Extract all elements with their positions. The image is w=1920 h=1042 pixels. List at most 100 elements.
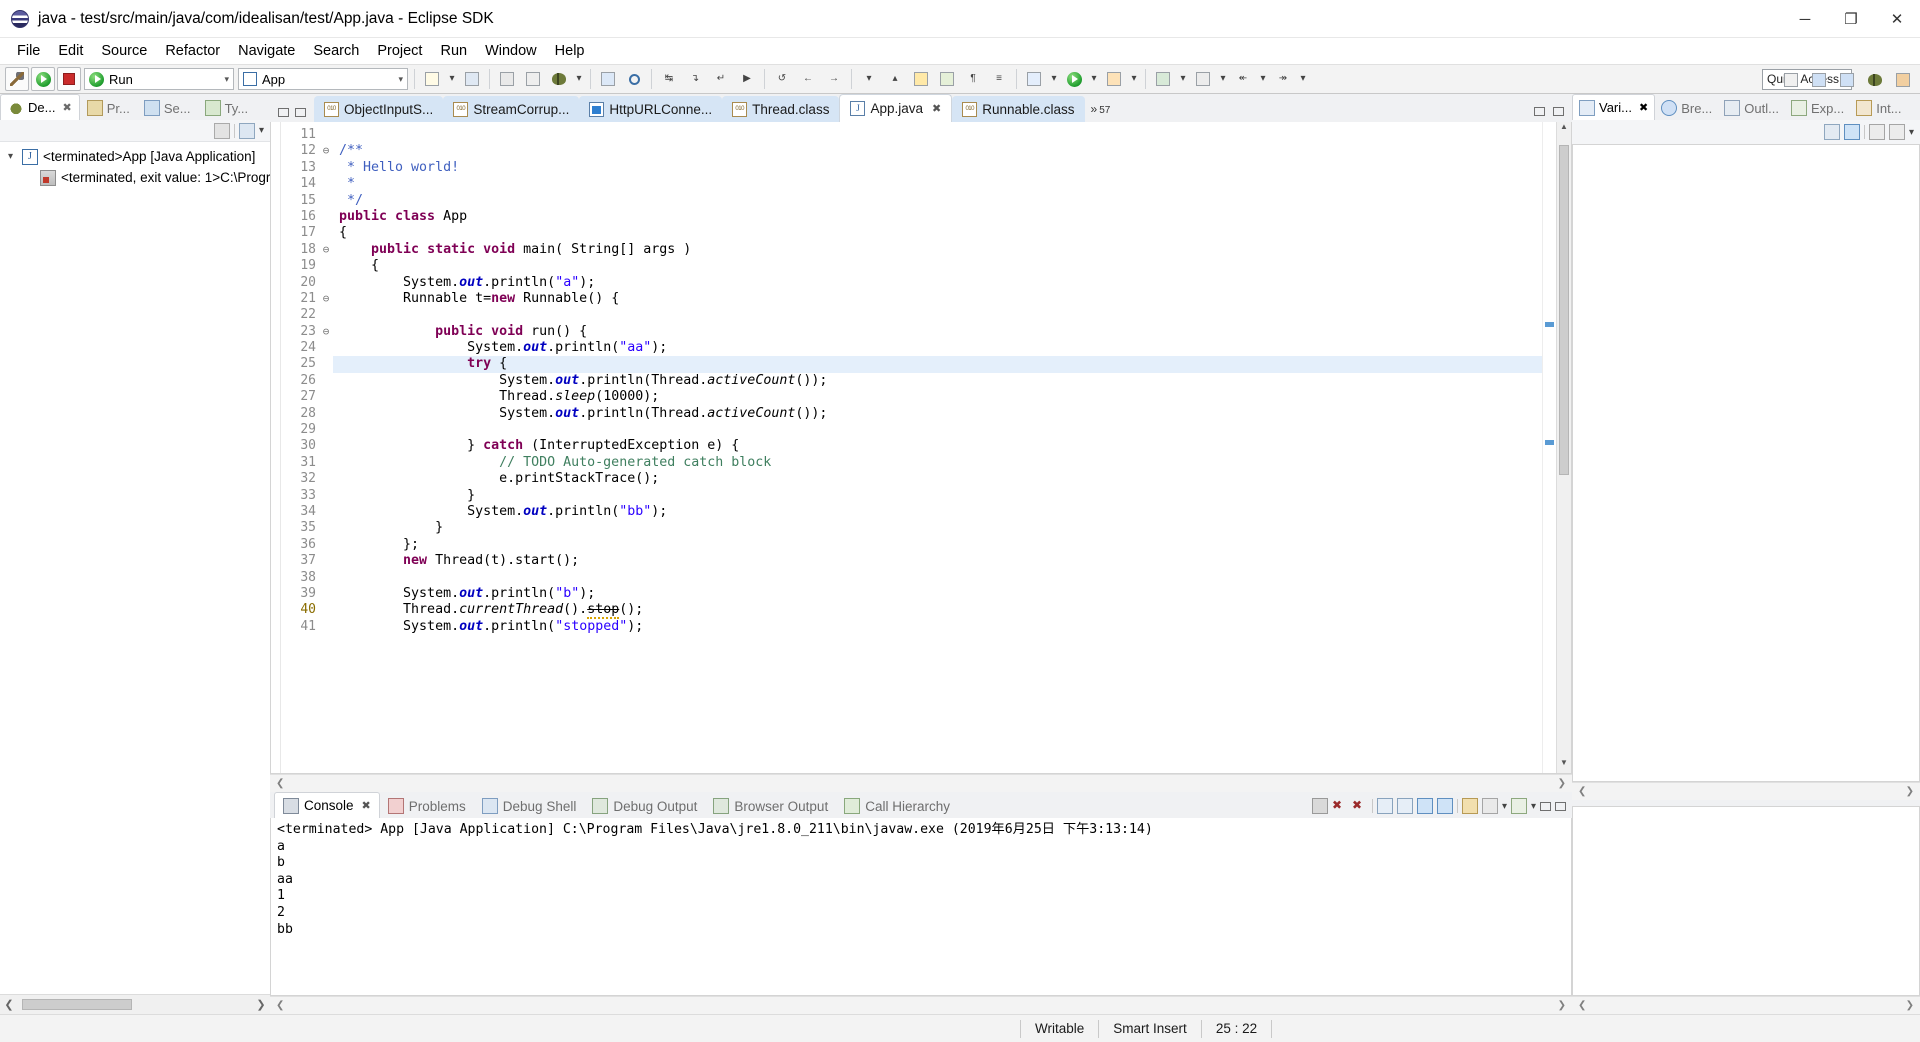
open-perspective-button[interactable]	[1779, 68, 1803, 92]
tab-debug-shell[interactable]: Debug Shell	[474, 794, 585, 818]
fold-toggle-icon[interactable]: ⊖	[319, 291, 333, 307]
scroll-down-icon[interactable]: ▼	[1557, 758, 1571, 773]
display-selected-console-icon[interactable]	[1461, 798, 1478, 814]
code-line[interactable]: }	[333, 488, 1542, 504]
scroll-thumb[interactable]	[22, 999, 132, 1010]
step-over-icon[interactable]: ↹	[657, 67, 681, 91]
code-line[interactable]: * Hello world!	[333, 160, 1542, 176]
debug-dropdown-icon[interactable]: ▾	[573, 67, 585, 91]
external-tools-icon[interactable]	[1102, 67, 1126, 91]
menu-project[interactable]: Project	[368, 40, 431, 62]
console-hscrollbar[interactable]: ❮ ❯	[270, 996, 1572, 1014]
code-line[interactable]: */	[333, 193, 1542, 209]
collapse-all-icon[interactable]	[238, 122, 255, 139]
tab-console[interactable]: Console ✖	[274, 792, 380, 818]
code-line[interactable]: System.out.println("stopped");	[333, 619, 1542, 635]
code-line[interactable]: public class App	[333, 209, 1542, 225]
tab-type-hierarchy[interactable]: Ty...	[198, 96, 256, 120]
folding-ruler[interactable]: ⊖ ⊖ ⊖ ⊖	[319, 122, 333, 773]
menu-search[interactable]: Search	[304, 40, 368, 62]
console-minimize-icon[interactable]	[1540, 801, 1551, 811]
pin-console-icon[interactable]	[1416, 798, 1433, 814]
variables-detail-pane[interactable]	[1572, 806, 1920, 996]
view-menu-chevron-icon[interactable]: ▾	[1909, 127, 1914, 138]
perspective-dropdown-icon[interactable]: ▾	[1217, 67, 1229, 91]
menu-navigate[interactable]: Navigate	[229, 40, 304, 62]
console-output[interactable]: <terminated> App [Java Application] C:\P…	[270, 818, 1572, 996]
editor-hscrollbar[interactable]: ❮ ❯	[270, 774, 1572, 792]
tab-package-explorer[interactable]: Pr...	[80, 96, 137, 120]
code-line[interactable]: Thread.currentThread().stop();	[333, 602, 1542, 620]
tab-outline[interactable]: Outl...	[1718, 96, 1785, 120]
menu-edit[interactable]: Edit	[49, 40, 92, 62]
layout-icon[interactable]	[1868, 124, 1885, 140]
code-line[interactable]: new Thread(t).start();	[333, 553, 1542, 569]
code-line[interactable]: } catch (InterruptedException e) {	[333, 438, 1542, 454]
editor-tab-thread-class[interactable]: Thread.class	[722, 96, 840, 122]
remove-all-launches-icon[interactable]: ✖	[1352, 798, 1368, 814]
next-annotation-icon[interactable]: ▾	[857, 67, 881, 91]
menu-help[interactable]: Help	[546, 40, 594, 62]
last-edit-location-icon[interactable]: ↺	[770, 67, 794, 91]
coverage-dropdown-icon[interactable]: ▾	[1177, 67, 1189, 91]
console-maximize-icon[interactable]	[1555, 801, 1566, 811]
expand-chevron-icon[interactable]: ▾	[8, 151, 22, 162]
scroll-right-icon[interactable]: ❯	[1906, 786, 1914, 797]
code-line[interactable]: };	[333, 537, 1542, 553]
resume-icon[interactable]: ▶	[735, 67, 759, 91]
run-last-tool-icon[interactable]	[1062, 67, 1086, 91]
show-logical-structure-icon[interactable]	[1843, 124, 1860, 140]
variables-hscrollbar[interactable]: ❮ ❯	[1572, 782, 1920, 800]
scroll-left-icon[interactable]: ❮	[1578, 786, 1586, 797]
code-line[interactable]: Runnable t=new Runnable() {	[333, 291, 1542, 307]
code-line[interactable]: /**	[333, 143, 1542, 159]
open-console-icon[interactable]	[1481, 798, 1498, 814]
overview-ruler[interactable]	[1542, 122, 1556, 773]
tab-interfaces[interactable]: Int...	[1850, 96, 1907, 120]
debug-view-hscrollbar[interactable]: ❮ ❯	[0, 994, 270, 1014]
remove-launch-icon[interactable]: ✖	[1332, 798, 1348, 814]
tab-breakpoints[interactable]: Bre...	[1655, 96, 1718, 120]
scroll-right-icon[interactable]: ❯	[1906, 1000, 1914, 1011]
perspective-java-ee-icon[interactable]	[1807, 68, 1831, 92]
collapse-all-icon[interactable]	[1823, 124, 1840, 140]
scroll-left-icon[interactable]: ❮	[276, 778, 284, 789]
tab-debug[interactable]: De... ✖	[0, 94, 80, 120]
perspective-java-icon[interactable]	[1835, 68, 1859, 92]
previous-edit-icon[interactable]: ↞	[1231, 67, 1255, 91]
editor-marker-ruler[interactable]	[271, 122, 281, 773]
console-dropdown-icon[interactable]: ▾	[1502, 801, 1507, 812]
perspective-git-icon[interactable]	[1891, 68, 1915, 92]
next-edit-dropdown-icon[interactable]: ▾	[1297, 67, 1309, 91]
scroll-track[interactable]	[1557, 137, 1571, 758]
tab-variables[interactable]: Vari... ✖	[1572, 94, 1656, 120]
code-line[interactable]: *	[333, 176, 1542, 192]
scroll-left-icon[interactable]: ❮	[276, 1000, 284, 1011]
open-perspective-icon[interactable]	[1191, 67, 1215, 91]
new-console-view-icon[interactable]	[1510, 798, 1527, 814]
tab-browser-output[interactable]: Browser Output	[705, 794, 836, 818]
scroll-thumb[interactable]	[1559, 145, 1569, 475]
code-line[interactable]	[333, 307, 1542, 323]
code-line[interactable]: Thread.sleep(10000);	[333, 389, 1542, 405]
terminate-icon[interactable]	[1311, 798, 1328, 814]
previous-annotation-icon[interactable]: ▴	[883, 67, 907, 91]
close-icon[interactable]: ✖	[62, 101, 71, 114]
close-button[interactable]: ✕	[1874, 0, 1920, 38]
code-line[interactable]: }	[333, 520, 1542, 536]
tab-call-hierarchy[interactable]: Call Hierarchy	[836, 794, 958, 818]
tree-item-launch[interactable]: ▾ <terminated>App [Java Application]	[0, 146, 270, 167]
menu-window[interactable]: Window	[476, 40, 546, 62]
previous-edit-dropdown-icon[interactable]: ▾	[1257, 67, 1269, 91]
editor-tab-runnable-class[interactable]: Runnable.class	[952, 96, 1085, 122]
menu-refactor[interactable]: Refactor	[156, 40, 229, 62]
menu-run[interactable]: Run	[431, 40, 476, 62]
code-line[interactable]: System.out.println("b");	[333, 586, 1542, 602]
run-history-dropdown-icon[interactable]: ▾	[1088, 67, 1100, 91]
save-icon[interactable]	[460, 67, 484, 91]
code-line[interactable]: System.out.println(Thread.activeCount())…	[333, 373, 1542, 389]
remove-all-terminated-icon[interactable]	[213, 122, 230, 139]
perspective-debug-icon[interactable]	[1863, 68, 1887, 92]
scroll-up-icon[interactable]: ▲	[1557, 122, 1571, 137]
code-line[interactable]: {	[333, 258, 1542, 274]
